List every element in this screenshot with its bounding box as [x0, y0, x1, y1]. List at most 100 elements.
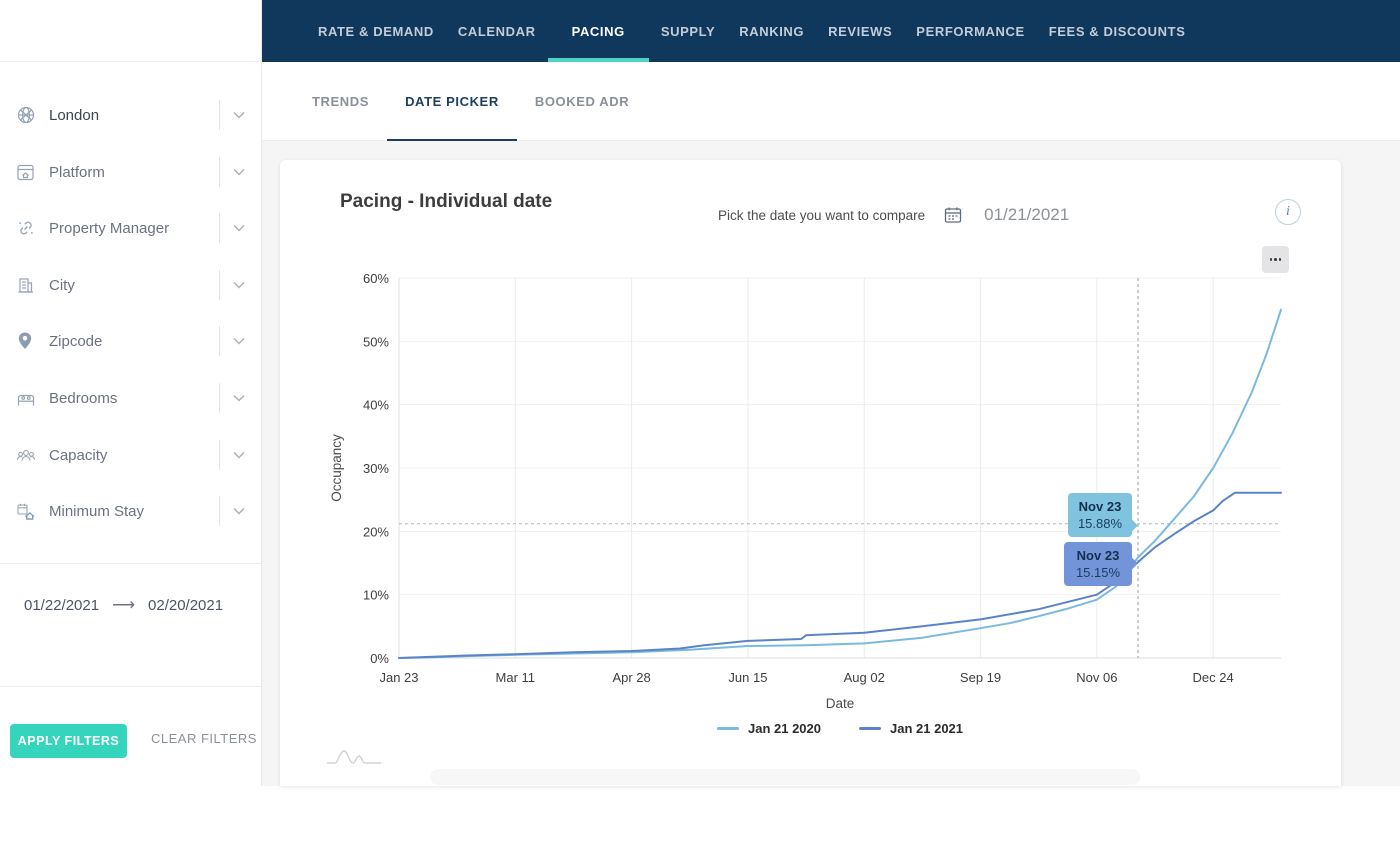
sparkline-icon [327, 750, 381, 764]
filter-minimum-stay[interactable]: Minimum Stay [0, 483, 261, 539]
chart-tooltip-2020: Nov 23 15.88% [1068, 493, 1132, 537]
occupancy-pacing-chart[interactable]: 0% 10% 20% 30% 40% 50% 60% Jan 23 Mar 11 Apr 28 Ju… [329, 271, 1282, 711]
card-title: Pacing - Individual date [340, 191, 553, 212]
legend-item-2020[interactable]: Jan 21 2020 [716, 721, 821, 736]
map-pin-icon [16, 331, 38, 351]
link-icon [16, 218, 38, 238]
chevron-down-icon[interactable] [233, 111, 245, 119]
nav-item-calendar[interactable]: CALENDAR [446, 0, 548, 62]
compare-date-value[interactable]: 01/21/2021 [984, 205, 1069, 225]
svg-text:Aug 02: Aug 02 [844, 670, 885, 685]
svg-text:0%: 0% [370, 651, 389, 666]
pacing-subtabs: TRENDS DATE PICKER BOOKED ADR [262, 62, 1400, 142]
date-range: 01/22/2021 ⟶ 02/20/2021 [24, 592, 223, 618]
chevron-down-icon[interactable] [233, 281, 245, 289]
divider [219, 496, 220, 526]
building-icon [16, 275, 38, 295]
apply-filters-button[interactable]: APPLY FILTERS [10, 724, 127, 758]
chart-legend: Jan 21 2020 Jan 21 2021 [399, 721, 1281, 736]
filter-market[interactable]: London [0, 87, 261, 143]
nav-item-pacing[interactable]: PACING [547, 0, 650, 62]
svg-text:10%: 10% [363, 588, 389, 603]
filter-minimum-stay-label: Minimum Stay [49, 502, 145, 520]
nav-item-ranking[interactable]: RANKING [727, 0, 816, 62]
tab-date-picker[interactable]: DATE PICKER [387, 62, 517, 142]
chart-plot-area: 0% 10% 20% 30% 40% 50% 60% Jan 23 Mar 11 Apr 28 Ju… [329, 271, 1282, 711]
arrow-right-icon: ⟶ [112, 597, 136, 614]
legend-label: Jan 21 2021 [890, 721, 964, 736]
pacing-chart-card: Pacing - Individual date Pick the date y… [280, 160, 1341, 786]
svg-text:Sep 19: Sep 19 [960, 670, 1001, 685]
tooltip-value: 15.88% [1077, 516, 1123, 531]
filter-zipcode[interactable]: Zipcode [0, 313, 261, 369]
market-icon [16, 105, 38, 125]
svg-text:60%: 60% [363, 271, 389, 286]
svg-text:20%: 20% [363, 524, 389, 539]
svg-text:Jun 15: Jun 15 [728, 670, 767, 685]
filter-city[interactable]: City [0, 257, 261, 313]
chevron-down-icon[interactable] [233, 168, 245, 176]
compare-date-picker: Pick the date you want to compare 01/21/… [718, 202, 1069, 228]
tooltip-date: Nov 23 [1076, 548, 1120, 563]
more-options-button[interactable] [1262, 246, 1289, 273]
legend-swatch-2020 [716, 726, 739, 731]
people-icon [16, 445, 38, 465]
bed-icon [16, 388, 38, 408]
svg-text:Date: Date [826, 696, 855, 711]
date-range-start[interactable]: 01/22/2021 [24, 597, 99, 614]
svg-text:Nov 06: Nov 06 [1076, 670, 1117, 685]
nav-item-performance[interactable]: PERFORMANCE [904, 0, 1036, 62]
chevron-down-icon[interactable] [233, 507, 245, 515]
logo-area [0, 0, 261, 62]
svg-text:50%: 50% [363, 334, 389, 349]
nav-item-rate-demand[interactable]: RATE & DEMAND [306, 0, 446, 62]
chevron-down-icon[interactable] [233, 451, 245, 459]
nav-item-fees-discounts[interactable]: FEES & DISCOUNTS [1037, 0, 1198, 62]
divider [219, 440, 220, 470]
legend-swatch-2021 [859, 726, 881, 731]
filter-capacity-label: Capacity [49, 446, 108, 464]
svg-text:Jan 23: Jan 23 [379, 670, 418, 685]
nav-item-reviews[interactable]: REVIEWS [816, 0, 904, 62]
chevron-down-icon[interactable] [233, 337, 245, 345]
svg-text:Dec 24: Dec 24 [1193, 670, 1234, 685]
filter-bedrooms[interactable]: Bedrooms [0, 370, 261, 426]
divider [0, 686, 261, 687]
chart-tooltip-2021: Nov 23 15.15% [1064, 542, 1132, 586]
filter-platform[interactable]: Platform [0, 144, 261, 200]
info-icon[interactable]: i [1275, 199, 1301, 225]
tab-booked-adr[interactable]: BOOKED ADR [517, 62, 647, 140]
chevron-down-icon[interactable] [233, 394, 245, 402]
divider [219, 157, 220, 187]
platform-icon [16, 162, 38, 182]
svg-text:30%: 30% [363, 461, 389, 476]
chevron-down-icon[interactable] [233, 224, 245, 232]
nav-item-supply[interactable]: SUPPLY [649, 0, 727, 62]
svg-text:Apr 28: Apr 28 [612, 670, 650, 685]
divider [0, 563, 261, 564]
filter-city-label: City [49, 276, 75, 294]
divider [219, 100, 220, 130]
divider [219, 383, 220, 413]
filter-bedrooms-label: Bedrooms [49, 389, 118, 407]
filter-property-manager[interactable]: Property Manager [0, 200, 261, 256]
filters-sidebar: London Platform Property Manager City Zi… [0, 0, 262, 786]
tooltip-date: Nov 23 [1078, 499, 1122, 514]
legend-label: Jan 21 2020 [747, 721, 821, 736]
tab-trends[interactable]: TRENDS [294, 62, 387, 140]
calendar-icon[interactable] [944, 206, 962, 224]
clear-filters-button[interactable]: CLEAR FILTERS [151, 731, 257, 746]
calendar-house-icon [16, 501, 38, 521]
legend-item-2021[interactable]: Jan 21 2021 [859, 721, 963, 736]
date-range-end[interactable]: 02/20/2021 [148, 597, 223, 614]
filter-capacity[interactable]: Capacity [0, 427, 261, 483]
chart-scroll-bar[interactable] [430, 769, 1140, 785]
svg-text:40%: 40% [363, 398, 389, 413]
filter-zipcode-label: Zipcode [49, 332, 103, 350]
filter-platform-label: Platform [49, 163, 105, 181]
tooltip-value: 15.15% [1075, 565, 1121, 580]
filter-property-manager-label: Property Manager [49, 219, 170, 237]
compare-date-label: Pick the date you want to compare [718, 207, 926, 223]
filter-market-label: London [49, 106, 100, 124]
svg-text:Mar 11: Mar 11 [496, 670, 536, 685]
